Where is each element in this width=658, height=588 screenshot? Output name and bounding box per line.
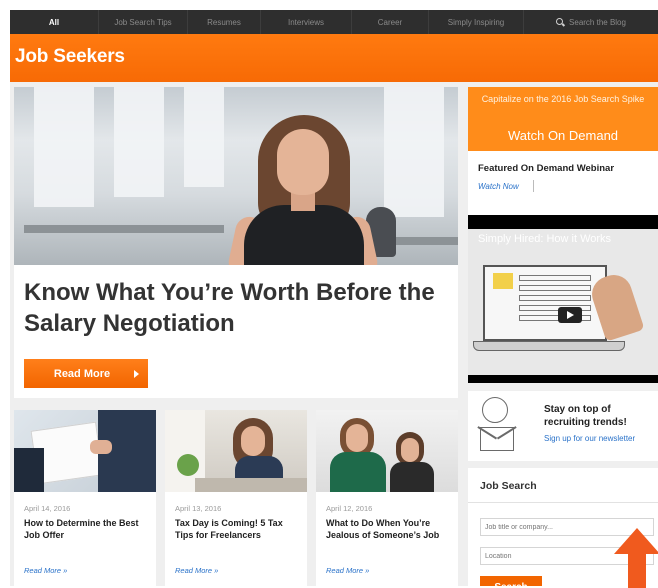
article-card[interactable]: April 14, 2016 How to Determine the Best… [14,410,156,586]
article-date: April 14, 2016 [24,504,71,513]
hero-headline[interactable]: Know What You’re Worth Before the Salary… [24,277,444,339]
page-frame: All Job Search Tips Resumes Interviews C… [10,10,658,586]
article-card[interactable]: April 13, 2016 Tax Day is Coming! 5 Tax … [165,410,307,586]
read-more-link[interactable]: Read More » [326,566,369,575]
badge-icon [482,397,508,423]
article-image [316,410,458,492]
read-more-link[interactable]: Read More » [24,566,67,575]
newsletter-signup-link[interactable]: Sign up for our newsletter [544,434,635,443]
read-more-link[interactable]: Read More » [175,566,218,575]
blog-search-label: Search the Blog [569,17,626,27]
webinar-caption: Capitalize on the 2016 Job Search Spike [481,94,645,104]
video-thumbnail [468,229,658,375]
webinar-banner[interactable]: Capitalize on the 2016 Job Search Spike … [468,87,658,151]
article-card[interactable]: April 12, 2016 What to Do When You’re Je… [316,410,458,586]
envelope-icon [480,427,514,451]
job-search-heading: Job Search [480,480,537,492]
webinar-ad: Capitalize on the 2016 Job Search Spike … [468,87,658,227]
nav-item-career[interactable]: Career [352,10,429,34]
read-more-label: Read More [53,367,111,380]
hero-article: Know What You’re Worth Before the Salary… [14,87,458,398]
top-nav: All Job Search Tips Resumes Interviews C… [10,10,658,38]
search-button[interactable]: Search [480,576,542,586]
section-banner: Job Seekers [10,34,658,82]
play-icon[interactable] [558,307,582,323]
article-title[interactable]: What to Do When You’re Jealous of Someon… [326,517,452,541]
blog-search[interactable]: Search the Blog [524,10,658,34]
video-player[interactable]: Simply Hired: How it Works [468,215,658,383]
newsletter-box: Stay on top of recruiting trends! Sign u… [468,391,658,461]
newsletter-text: Stay on top of recruiting trends! [544,404,627,428]
nav-item-all[interactable]: All [10,10,99,38]
arrow-right-icon [134,369,139,378]
magnifier-icon [556,18,564,26]
watch-now-link[interactable]: Watch Now [478,182,519,191]
watch-on-demand-label: Watch On Demand [507,128,619,143]
page-title: Job Seekers [15,46,125,67]
video-title: Simply Hired: How it Works [478,233,612,245]
read-more-button[interactable]: Read More [24,359,148,388]
nav-item-resumes[interactable]: Resumes [188,10,261,34]
article-title[interactable]: Tax Day is Coming! 5 Tax Tips for Freela… [175,517,301,541]
hero-image[interactable] [14,87,458,265]
article-title[interactable]: How to Determine the Best Job Offer [24,517,150,541]
nav-item-simply-inspiring[interactable]: Simply Inspiring [429,10,524,34]
article-date: April 13, 2016 [175,504,222,513]
divider [468,502,658,503]
nav-item-interviews[interactable]: Interviews [261,10,352,34]
article-image [165,410,307,492]
webinar-heading: Featured On Demand Webinar [478,163,615,174]
article-date: April 12, 2016 [326,504,373,513]
article-image [14,410,156,492]
nav-item-job-search-tips[interactable]: Job Search Tips [99,10,188,34]
divider [533,180,534,192]
arrow-cursor-icon [614,528,658,588]
